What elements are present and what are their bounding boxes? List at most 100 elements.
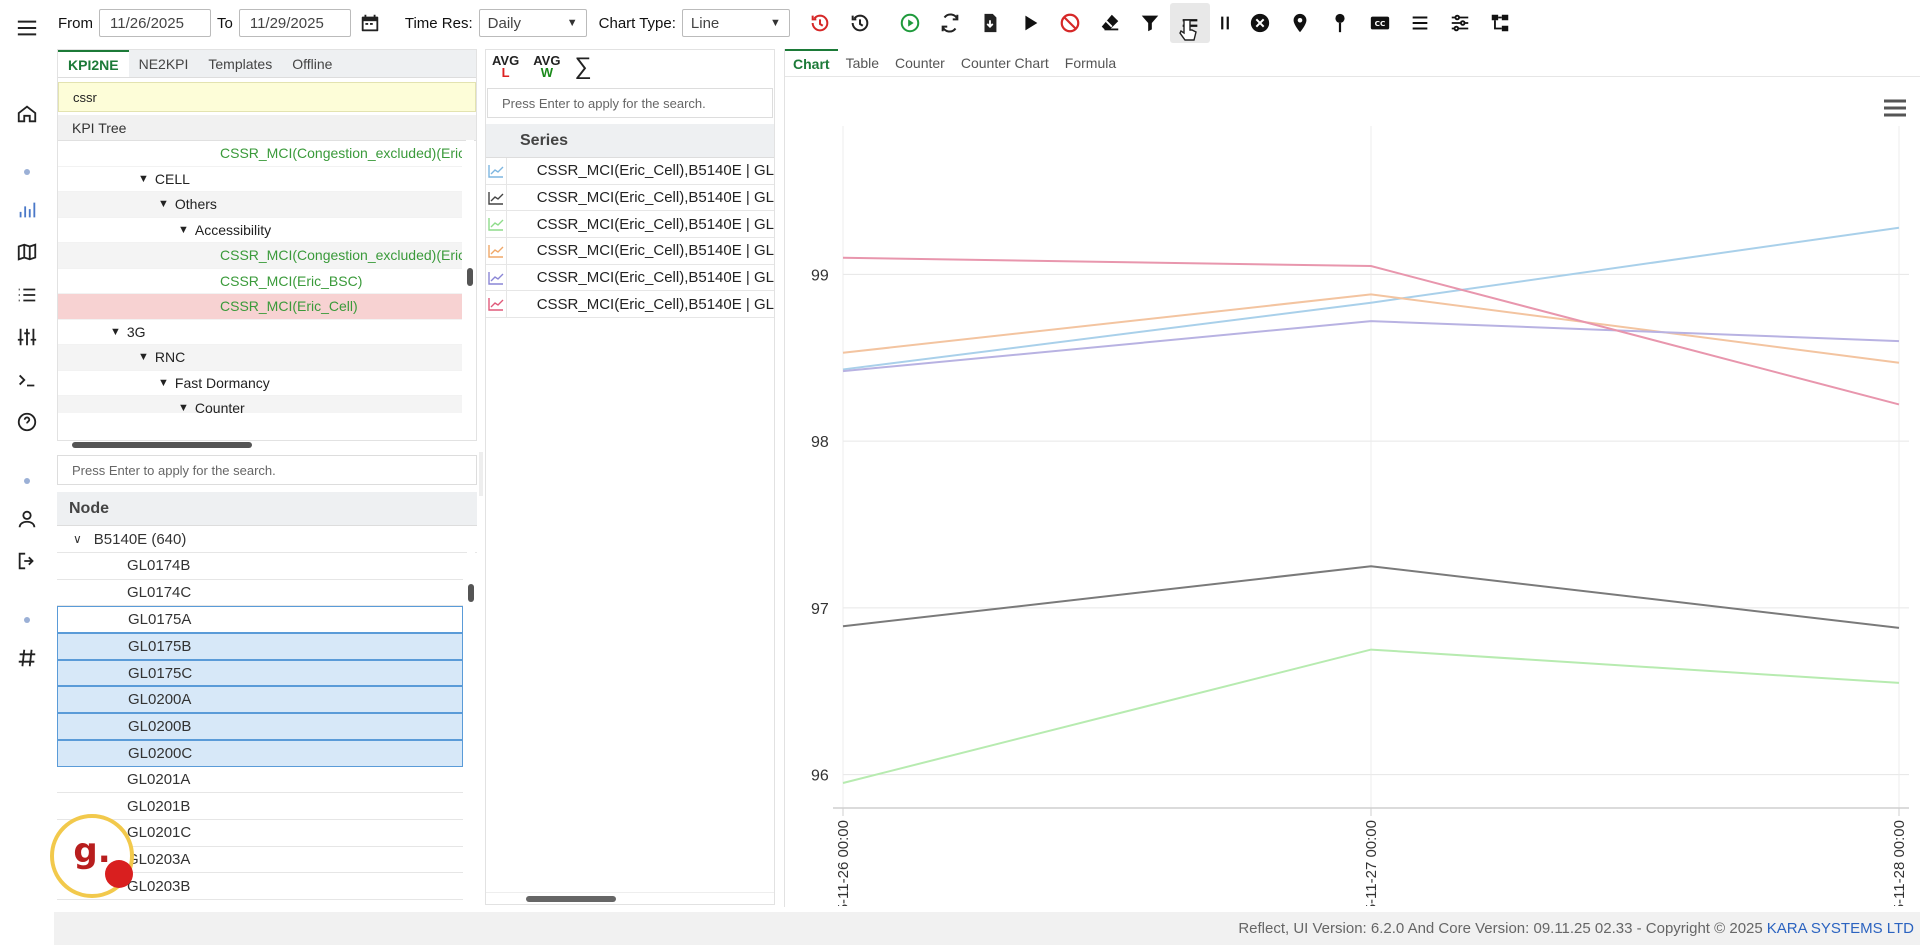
refresh-icon[interactable] — [930, 3, 970, 43]
closed-caption-icon[interactable]: CC — [1360, 3, 1400, 43]
series-row[interactable]: CSSR_MCI(Eric_Cell),B5140E | GL — [486, 211, 774, 239]
block-icon[interactable] — [1050, 3, 1090, 43]
map-pin-icon[interactable] — [1280, 3, 1320, 43]
node-row[interactable]: GL0200A — [57, 686, 463, 714]
calendar-icon[interactable] — [355, 3, 385, 43]
series-line-icon[interactable] — [486, 158, 507, 184]
node-row[interactable]: GL0174C — [57, 580, 463, 607]
chart-type-select[interactable]: Line ▼ — [681, 9, 790, 37]
home-icon[interactable] — [13, 100, 41, 128]
footer-brand[interactable]: KARA SYSTEMS LTD — [1767, 920, 1914, 937]
expand-toggle-icon[interactable]: ▼ — [138, 173, 149, 185]
user-icon[interactable] — [13, 505, 41, 533]
kpi-tree-vscroll-thumb[interactable] — [467, 268, 473, 286]
to-date-input[interactable]: 11/29/2025 — [238, 9, 351, 37]
tab-counter[interactable]: Counter — [887, 49, 953, 76]
avg-w-button[interactable]: AVG W — [533, 54, 560, 79]
kpi-tree-row[interactable]: CSSR_MCI(Congestion_excluded)(Eric — [58, 141, 462, 167]
terminal-icon[interactable] — [13, 366, 41, 394]
series-row[interactable]: CSSR_MCI(Eric_Cell),B5140E | GL — [486, 184, 774, 212]
series-column-header[interactable]: Series — [486, 124, 774, 158]
pause-icon[interactable] — [1210, 3, 1240, 43]
assistant-badge[interactable]: g. — [50, 814, 134, 898]
tab-chart[interactable]: Chart — [785, 49, 838, 76]
tab-kpi2ne[interactable]: KPI2NE — [58, 50, 129, 77]
history-icon[interactable] — [840, 3, 880, 43]
chevron-down-icon[interactable]: ∨ — [73, 532, 82, 546]
tune-icon[interactable] — [1440, 3, 1480, 43]
hash-icon[interactable] — [13, 644, 41, 672]
tab-templates[interactable]: Templates — [198, 50, 282, 77]
kpi-tree-row[interactable]: ▼ Accessibility — [58, 218, 462, 243]
sliders-icon[interactable] — [13, 323, 41, 351]
expand-toggle-icon[interactable]: ▼ — [178, 402, 189, 413]
tree-structure-icon[interactable] — [1480, 3, 1520, 43]
kpi-tree-row[interactable]: ▼ CELL — [58, 167, 462, 192]
list-icon[interactable] — [13, 281, 41, 309]
expand-toggle-icon[interactable]: ▼ — [110, 326, 121, 338]
kpi-tree-row[interactable]: CSSR_MCI(Eric_Cell) — [58, 294, 462, 320]
series-row[interactable]: CSSR_MCI(Eric_Cell),B5140E | GL — [486, 238, 774, 265]
play-circle-icon[interactable] — [890, 3, 930, 43]
kpi-tree-row[interactable]: CSSR_MCI(Eric_BSC) — [58, 269, 462, 294]
time-res-select[interactable]: Daily ▼ — [478, 9, 587, 37]
from-date-input[interactable]: 11/26/2025 — [99, 9, 211, 37]
expand-toggle-icon[interactable]: ▼ — [178, 224, 189, 236]
expand-toggle-icon[interactable]: ▼ — [138, 351, 149, 363]
filter-icon[interactable] — [1130, 3, 1170, 43]
kpi-tree-row[interactable]: ▼ RNC — [58, 345, 462, 371]
expand-toggle-icon[interactable]: ▼ — [158, 198, 169, 210]
tab-table[interactable]: Table — [838, 49, 887, 76]
play-icon[interactable] — [1010, 3, 1050, 43]
hamburger-menu-icon[interactable] — [13, 14, 41, 42]
kpi-tree-row[interactable]: ▼ 3G — [58, 320, 462, 345]
node-row[interactable]: GL0175C — [57, 659, 463, 687]
node-list-vscroll-thumb[interactable] — [468, 584, 474, 602]
tab-counter-chart[interactable]: Counter Chart — [953, 49, 1057, 76]
logout-icon[interactable] — [13, 547, 41, 575]
eraser-icon[interactable] — [1090, 3, 1130, 43]
tab-offline[interactable]: Offline — [282, 50, 342, 77]
map-icon[interactable] — [13, 238, 41, 266]
kpi-tree-hscroll-thumb[interactable] — [72, 442, 252, 448]
bar-chart-icon[interactable] — [13, 196, 41, 224]
splitter-handle[interactable] — [479, 452, 483, 496]
series-row[interactable]: CSSR_MCI(Eric_Cell),B5140E | GL — [486, 158, 774, 185]
node-row[interactable]: GL0201A — [57, 767, 463, 794]
node-row[interactable]: GL0174B — [57, 553, 463, 580]
node-column-header[interactable]: Node — [57, 492, 477, 526]
node-row[interactable]: GL0200B — [57, 713, 463, 740]
menu-lines-icon[interactable] — [1400, 3, 1440, 43]
kpi-tree-row[interactable]: ▼ Fast Dormancy — [58, 371, 462, 396]
series-row[interactable]: CSSR_MCI(Eric_Cell),B5140E | GL — [486, 291, 774, 319]
kpi-tree-row[interactable]: CSSR_MCI(Congestion_excluded)(Eric — [58, 243, 462, 269]
kpi-tree-row[interactable]: ▼ Others — [58, 192, 462, 218]
help-icon[interactable] — [13, 408, 41, 436]
kpi-tree-row[interactable]: ▼ Counter — [58, 396, 462, 413]
export-file-icon[interactable] — [970, 3, 1010, 43]
node-row[interactable]: GL0201B — [57, 793, 463, 820]
node-row[interactable]: GL0175B — [57, 633, 463, 660]
series-line-icon[interactable] — [486, 211, 507, 238]
node-group-row[interactable]: ∨ B5140E (640) — [57, 526, 477, 553]
tab-formula[interactable]: Formula — [1057, 49, 1124, 76]
sum-button[interactable]: ∑ — [574, 53, 591, 81]
node-list-vscroll[interactable] — [467, 532, 475, 902]
node-row[interactable]: GL0200C — [57, 739, 463, 767]
series-row[interactable]: CSSR_MCI(Eric_Cell),B5140E | GL — [486, 264, 774, 292]
series-line-icon[interactable] — [486, 184, 507, 211]
avg-l-button[interactable]: AVG L — [492, 54, 519, 79]
series-line-icon[interactable] — [486, 264, 507, 291]
series-line-icon[interactable] — [486, 238, 507, 264]
close-circle-icon[interactable] — [1240, 3, 1280, 43]
series-hscroll-thumb[interactable] — [526, 896, 616, 902]
series-line-icon[interactable] — [486, 291, 507, 318]
expand-toggle-icon[interactable]: ▼ — [158, 377, 169, 389]
kpi-search-input[interactable]: cssr — [58, 82, 476, 112]
kpi-tree-vscroll[interactable] — [466, 140, 474, 420]
pushpin-icon[interactable] — [1320, 3, 1360, 43]
history-red-icon[interactable] — [800, 3, 840, 43]
series-hscroll[interactable] — [486, 892, 774, 904]
node-row[interactable]: GL0175A — [57, 606, 463, 634]
series-search-input[interactable]: Press Enter to apply for the search. — [487, 88, 773, 118]
